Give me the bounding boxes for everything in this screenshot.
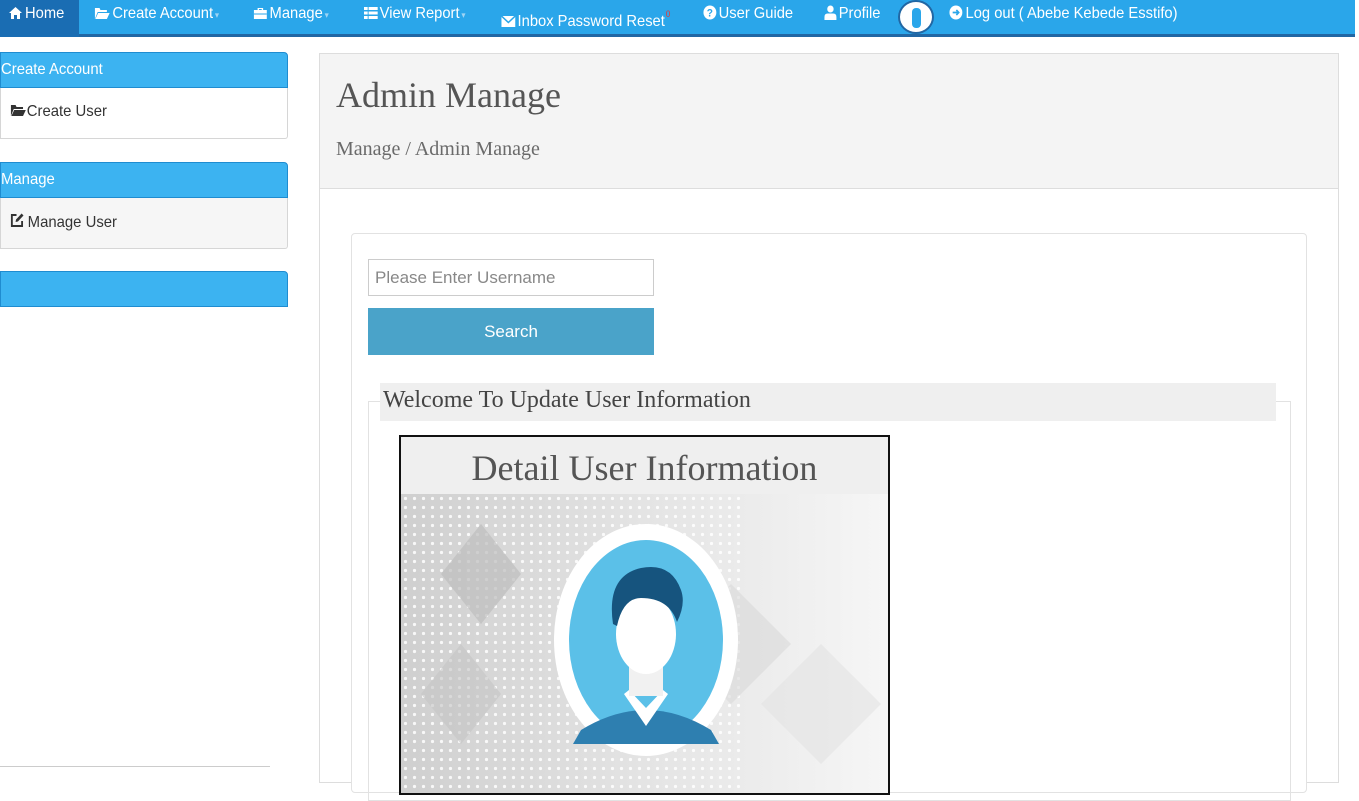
user-avatar-illustration [401, 494, 888, 793]
envelope-icon [501, 15, 516, 27]
list-icon [364, 7, 378, 19]
nav-inbox-password-reset[interactable]: Inbox Password Reset0 [501, 0, 671, 30]
inbox-count-badge: 0 [665, 9, 671, 19]
divider [0, 766, 270, 767]
user-icon [824, 5, 837, 20]
sidebar-item-create-user[interactable]: Create User [10, 103, 107, 121]
nav-user-guide[interactable]: ? User Guide [703, 0, 793, 28]
edit-icon [10, 213, 24, 227]
nav-home-label: Home [25, 5, 65, 22]
nav-view-report[interactable]: View Report ▾ [364, 0, 466, 28]
detail-title: Detail User Information [401, 437, 888, 494]
page-header: Admin Manage Manage / Admin Manage [320, 54, 1338, 189]
nav-user-guide-label: User Guide [718, 5, 794, 22]
nav-create-account[interactable]: Create Account ▾ [94, 0, 219, 28]
nav-create-account-label: Create Account [112, 5, 214, 22]
caret-down-icon: ▾ [461, 10, 466, 20]
nav-logout-label: Log out ( Abebe Kebede Esstifo) [965, 5, 1178, 22]
main-content: Admin Manage Manage / Admin Manage Searc… [319, 53, 1339, 801]
folder-open-icon [10, 105, 26, 116]
sidebar-panel-empty[interactable] [0, 271, 288, 307]
profile-avatar[interactable] [898, 0, 934, 34]
nav-view-report-label: View Report [379, 5, 460, 22]
search-card: Search Welcome To Update User Informatio… [351, 233, 1307, 801]
breadcrumb: Manage / Admin Manage [336, 138, 540, 160]
nav-manage-label: Manage [269, 5, 323, 22]
briefcase-icon [253, 8, 267, 19]
nav-manage[interactable]: Manage ▾ [253, 0, 329, 28]
sidebar-panel-body: Manage User [0, 198, 288, 249]
sidebar-panel-title: Manage [1, 171, 55, 188]
search-button[interactable]: Search [368, 308, 654, 355]
detail-user-card: Detail User Information [399, 435, 890, 795]
section-title: Welcome To Update User Information [383, 387, 751, 413]
nav-inbox-label: Inbox Password Reset [517, 13, 665, 30]
sidebar-panel-manage[interactable]: Manage [0, 162, 288, 198]
top-navbar: Home Create Account ▾ Manage ▾ View Report… [0, 0, 1355, 37]
caret-down-icon: ▾ [214, 10, 220, 20]
section-legend: Welcome To Update User Information [380, 383, 1276, 421]
folder-open-icon [94, 8, 110, 19]
home-icon [9, 7, 22, 19]
sidebar-item-label: Manage User [27, 214, 117, 231]
sidebar-item-manage-user[interactable]: Manage User [10, 213, 117, 232]
sidebar-panel-title: Create Account [1, 61, 103, 78]
nav-home[interactable]: Home [0, 0, 79, 37]
caret-down-icon: ▾ [324, 10, 329, 20]
nav-profile-label: Profile [838, 5, 881, 22]
svg-text:?: ? [707, 7, 713, 19]
sidebar-panel-create-account[interactable]: Create Account [0, 52, 288, 88]
question-circle-icon: ? [703, 5, 717, 20]
username-search-input[interactable] [368, 259, 654, 296]
logout-icon [949, 5, 963, 20]
nav-profile[interactable]: Profile [824, 0, 880, 28]
page-title: Admin Manage [336, 75, 561, 115]
sidebar-item-label: Create User [26, 103, 107, 120]
nav-logout[interactable]: Log out ( Abebe Kebede Esstifo) [949, 0, 1178, 28]
sidebar-panel-body: Create User [0, 88, 288, 139]
